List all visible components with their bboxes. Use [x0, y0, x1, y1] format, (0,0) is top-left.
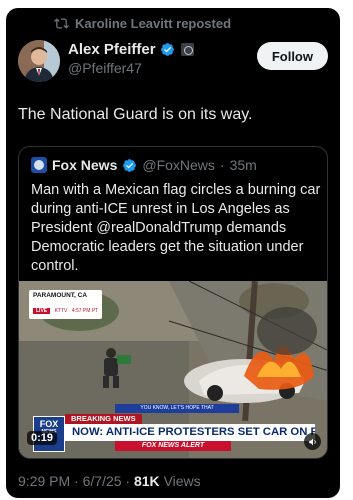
quote-author-handle: @FoxNews — [142, 157, 215, 173]
post-time[interactable]: 9:29 PM — [18, 473, 70, 489]
quoted-post[interactable]: Fox News @FoxNews · 35m Man with a Mexic… — [18, 146, 328, 459]
author-handle[interactable]: @Pfeiffer47 — [68, 60, 194, 76]
quote-author-name: Fox News — [52, 157, 118, 173]
live-badge: LIVE — [33, 308, 51, 314]
post-meta: 9:29 PM · 6/7/25 · 81K Views — [18, 473, 201, 489]
follow-button[interactable]: Follow — [256, 42, 328, 70]
mute-button[interactable] — [304, 433, 321, 450]
location-text: PARAMOUNT, CA — [33, 292, 88, 299]
caption-banner: YOU KNOW, LET'S HOPE THAT — [115, 404, 239, 413]
chyron-headline: NOW: ANTI-ICE PROTESTERS SET CAR ON FIRE… — [65, 424, 315, 441]
live-time: 4:57 PM PT — [71, 308, 99, 314]
repost-icon — [54, 18, 69, 29]
avatar[interactable] — [18, 40, 60, 82]
speaker-icon — [308, 438, 316, 445]
quote-time: 35m — [229, 157, 257, 173]
quote-header: Fox News @FoxNews · 35m — [31, 157, 257, 173]
post-card[interactable]: Karoline Leavitt reposted Alex Pfeiffer … — [6, 8, 340, 498]
video-duration: 0:19 — [27, 431, 58, 445]
post-date[interactable]: 6/7/25 — [83, 473, 122, 489]
verified-badge-icon — [122, 158, 137, 173]
video-player[interactable]: PARAMOUNT, CA LIVE KTTV 4:57 PM PT YOU K… — [19, 281, 327, 458]
fox-news-avatar — [31, 157, 47, 173]
author-block: Alex Pfeiffer @Pfeiffer47 — [68, 41, 194, 76]
live-meta: KTTV — [54, 308, 68, 314]
repost-text: Karoline Leavitt reposted — [75, 16, 232, 31]
post-text: The National Guard is on its way. — [18, 106, 253, 123]
breaking-news-tag: BREAKING NEWS — [65, 414, 142, 424]
views-label: Views — [163, 473, 201, 489]
view-count: 81K — [133, 473, 160, 489]
repost-header[interactable]: Karoline Leavitt reposted — [54, 16, 231, 31]
fox-alert-tag: FOX NEWS ALERT — [115, 441, 231, 451]
author-name[interactable]: Alex Pfeiffer — [68, 41, 156, 58]
location-box: PARAMOUNT, CA LIVE KTTV 4:57 PM PT — [29, 290, 103, 319]
verified-badge-icon — [160, 42, 175, 57]
quote-text: Man with a Mexican flag circles a burnin… — [31, 182, 321, 274]
affiliation-badge-icon[interactable] — [180, 43, 194, 56]
